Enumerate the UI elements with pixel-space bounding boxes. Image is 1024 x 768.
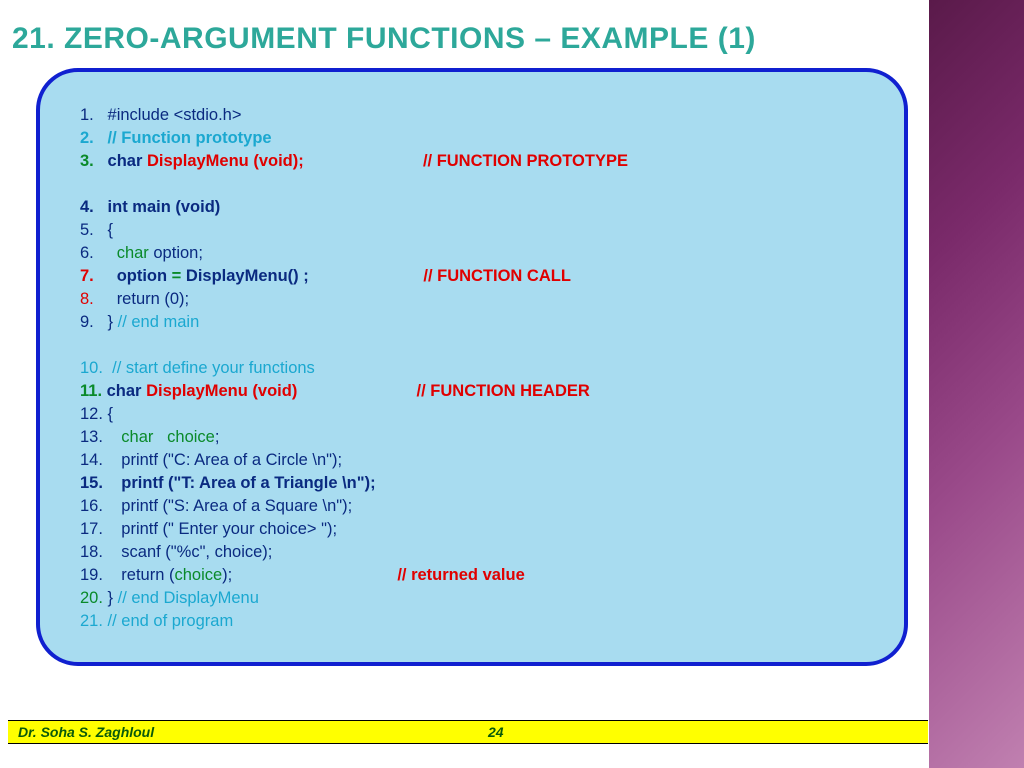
code-container: 1. #include <stdio.h> 2. // Function pro…: [36, 68, 908, 666]
code-text: // end of program: [108, 612, 234, 630]
line-num: 6.: [80, 244, 94, 262]
code-text: char: [121, 428, 153, 446]
line-num: 11.: [80, 382, 102, 400]
code-line: 12. {: [80, 403, 864, 426]
line-num: 4.: [80, 198, 94, 216]
code-text: // Function prototype: [108, 129, 272, 147]
code-comment: // FUNCTION PROTOTYPE: [423, 152, 628, 170]
code-line: 1. #include <stdio.h>: [80, 104, 864, 127]
code-line: 20. } // end DisplayMenu: [80, 587, 864, 610]
code-line: 14. printf ("C: Area of a Circle \n");: [80, 449, 864, 472]
code-text: return (0);: [117, 290, 189, 308]
code-line: 13. char choice;: [80, 426, 864, 449]
code-text: printf ("S: Area of a Square \n");: [121, 497, 352, 515]
code-text: printf (" Enter your choice> ");: [121, 520, 337, 538]
code-text: scanf ("%c", choice);: [121, 543, 272, 561]
code-comment: // FUNCTION CALL: [423, 267, 571, 285]
line-num: 14.: [80, 451, 103, 469]
code-text: return (: [121, 566, 174, 584]
line-num: 1.: [80, 106, 94, 124]
footer-page-number: 24: [488, 724, 504, 740]
line-num: 13.: [80, 428, 103, 446]
code-line: 6. char option;: [80, 242, 864, 265]
code-line: 19. return (choice); // returned value: [80, 564, 864, 587]
code-text: =: [167, 267, 186, 285]
line-num: 8.: [80, 290, 94, 308]
blank-line: [80, 173, 864, 196]
code-line: 3. char DisplayMenu (void); // FUNCTION …: [80, 150, 864, 173]
code-line: 8. return (0);: [80, 288, 864, 311]
code-line: 7. option = DisplayMenu() ; // FUNCTION …: [80, 265, 864, 288]
code-text: char: [117, 244, 149, 262]
line-num: 10.: [80, 359, 103, 377]
line-num: 19.: [80, 566, 103, 584]
line-num: 16.: [80, 497, 103, 515]
blank-line: [80, 334, 864, 357]
line-num: 15.: [80, 474, 103, 492]
code-text: DisplayMenu (void): [141, 382, 297, 400]
line-num: 20.: [80, 589, 103, 607]
code-text: option: [149, 244, 199, 262]
line-num: 5.: [80, 221, 94, 239]
code-text: char: [107, 382, 142, 400]
code-comment: // returned value: [397, 566, 524, 584]
code-text: int main (void): [108, 198, 221, 216]
line-num: 21.: [80, 612, 103, 630]
footer-bar: Dr. Soha S. Zaghloul 24: [8, 720, 928, 744]
code-text: DisplayMenu() ;: [186, 267, 309, 285]
code-line: 11. char DisplayMenu (void) // FUNCTION …: [80, 380, 864, 403]
code-line: 10. // start define your functions: [80, 357, 864, 380]
code-text: ;: [198, 244, 203, 262]
footer-author: Dr. Soha S. Zaghloul: [18, 724, 154, 740]
code-text: #include <stdio.h>: [108, 106, 242, 124]
code-text: printf ("C: Area of a Circle \n");: [121, 451, 342, 469]
line-num: 9.: [80, 313, 94, 331]
code-line: 5. {: [80, 219, 864, 242]
code-line: 15. printf ("T: Area of a Triangle \n");: [80, 472, 864, 495]
code-line: 17. printf (" Enter your choice> ");: [80, 518, 864, 541]
decorative-band: [929, 0, 1024, 768]
code-text: printf ("T: Area of a Triangle \n");: [121, 474, 375, 492]
line-num: 7.: [80, 267, 94, 285]
code-text: choice: [174, 566, 222, 584]
slide-title: 21. ZERO-ARGUMENT FUNCTIONS – EXAMPLE (1…: [12, 22, 756, 56]
code-text: {: [108, 405, 114, 423]
code-text: char: [108, 152, 143, 170]
line-num: 18.: [80, 543, 103, 561]
code-line: 4. int main (void): [80, 196, 864, 219]
code-comment: // FUNCTION HEADER: [417, 382, 590, 400]
line-num: 2.: [80, 129, 94, 147]
code-text: );: [222, 566, 232, 584]
code-text: // start define your functions: [112, 359, 315, 377]
code-text: {: [108, 221, 114, 239]
line-num: 3.: [80, 152, 94, 170]
code-line: 18. scanf ("%c", choice);: [80, 541, 864, 564]
code-text: choice: [153, 428, 214, 446]
code-line: 21. // end of program: [80, 610, 864, 633]
code-text: ;: [215, 428, 220, 446]
code-text: option: [117, 267, 167, 285]
code-line: 16. printf ("S: Area of a Square \n");: [80, 495, 864, 518]
code-line: 2. // Function prototype: [80, 127, 864, 150]
line-num: 12.: [80, 405, 103, 423]
code-line: 9. } // end main: [80, 311, 864, 334]
code-text: DisplayMenu (void);: [142, 152, 303, 170]
code-comment: // end DisplayMenu: [113, 589, 259, 607]
line-num: 17.: [80, 520, 103, 538]
code-comment: // end main: [113, 313, 199, 331]
